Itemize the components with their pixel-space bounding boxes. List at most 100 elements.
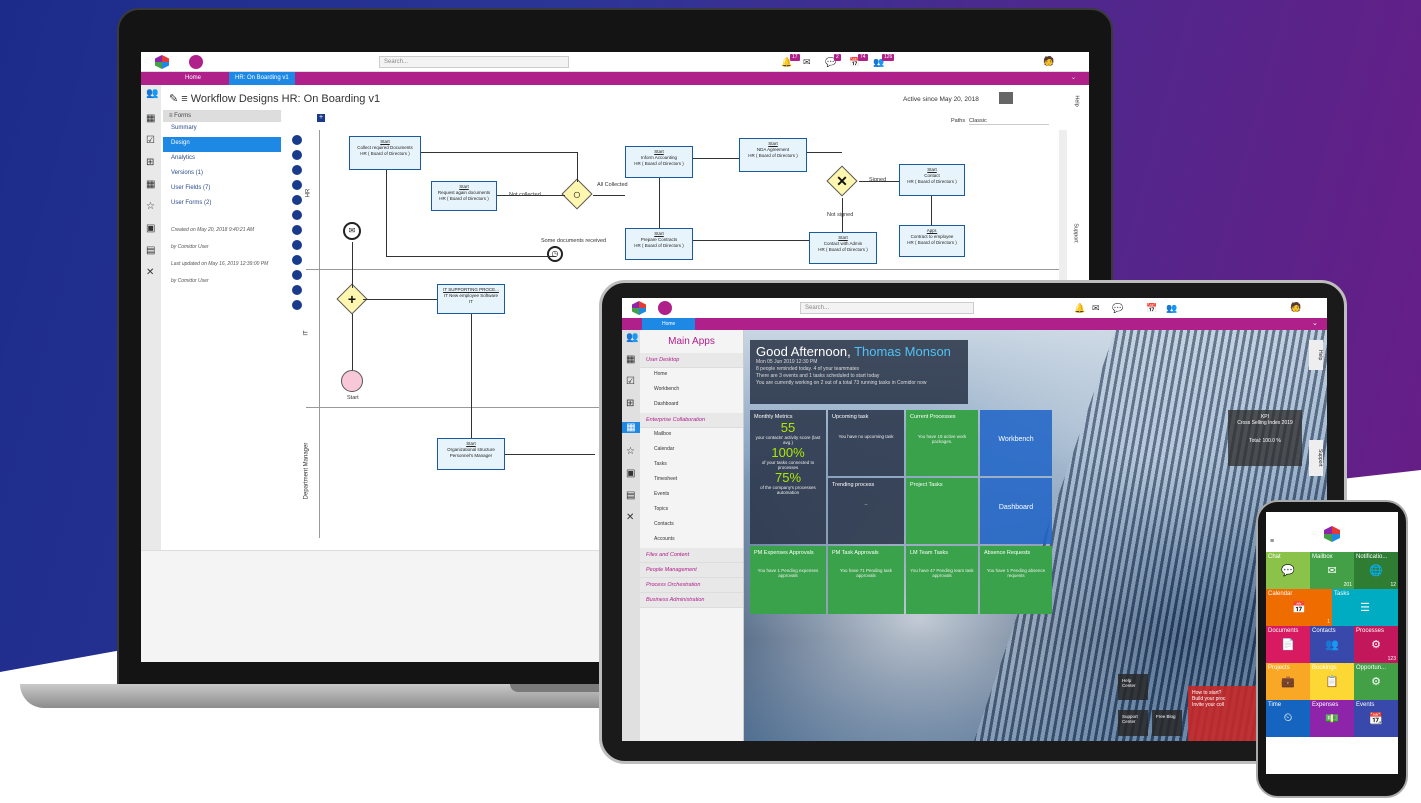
- section-user-desktop[interactable]: User Desktop: [640, 353, 743, 368]
- tile-monthly-metrics[interactable]: Monthly Metrics 55 your contacts' activi…: [750, 410, 826, 544]
- expand-icon[interactable]: +: [317, 114, 325, 122]
- chart-icon[interactable]: ▤: [626, 490, 635, 501]
- app-tile-opportun-[interactable]: Opportun... ⚙: [1354, 663, 1398, 700]
- task-organizational-structure[interactable]: Start Organizational structure Personnel's…: [437, 438, 505, 470]
- menu-item-tasks[interactable]: Tasks: [640, 458, 743, 473]
- check-icon[interactable]: ☑: [146, 135, 155, 146]
- users-icon[interactable]: 👥: [146, 88, 158, 99]
- app-tile-time[interactable]: Time ⏲: [1266, 700, 1310, 737]
- main-menu-button[interactable]: [658, 301, 672, 315]
- mail-icon[interactable]: ✉: [1092, 303, 1100, 313]
- forms-item-analytics[interactable]: Analytics: [163, 152, 281, 167]
- forms-item-user-forms[interactable]: User Forms (2): [163, 197, 281, 212]
- avatar[interactable]: 🧑: [1290, 302, 1301, 312]
- menu-item-contacts[interactable]: Contacts: [640, 518, 743, 533]
- menu-item-workbench[interactable]: Workbench: [640, 383, 743, 398]
- end-shape-icon[interactable]: [292, 210, 302, 220]
- support-center-button[interactable]: Support Center: [1118, 710, 1148, 736]
- app-tile-expenses[interactable]: Expenses 💵: [1310, 700, 1354, 737]
- support-tab[interactable]: Support: [1309, 440, 1323, 476]
- monitor-icon[interactable]: ▣: [626, 468, 635, 479]
- message-shape-icon[interactable]: [292, 225, 302, 235]
- mail-icon[interactable]: ✉: [803, 57, 811, 67]
- tab-hr-onboarding[interactable]: HR: On Boarding v1: [229, 72, 295, 85]
- help-tab[interactable]: Help: [1074, 95, 1080, 106]
- app-tile-events[interactable]: Events 📆: [1354, 700, 1398, 737]
- tile-trending-process[interactable]: Trending process --: [828, 478, 904, 544]
- calendar-icon[interactable]: ▦: [626, 354, 635, 365]
- app-tile-processes[interactable]: Processes ⚙ 123: [1354, 626, 1398, 663]
- tile-pm-task-approvals[interactable]: PM Task Approvals You have 71 Pending ta…: [828, 546, 904, 614]
- chevron-down-icon[interactable]: ⌄: [1312, 318, 1318, 330]
- start-event[interactable]: [341, 370, 363, 392]
- chevron-down-icon[interactable]: ⌄: [1071, 72, 1076, 85]
- avatar[interactable]: 🧑: [1043, 56, 1054, 66]
- calendar-icon[interactable]: ▦: [146, 113, 155, 124]
- calendar-icon[interactable]: 📅: [1146, 303, 1157, 313]
- search-input[interactable]: Search...: [800, 302, 974, 314]
- app-tile-tasks[interactable]: Tasks ☰: [1332, 589, 1398, 626]
- forms-item-versions[interactable]: Versions (1): [163, 167, 281, 182]
- menu-item-topics[interactable]: Topics: [640, 503, 743, 518]
- main-menu-button[interactable]: [189, 55, 203, 69]
- start-shape-icon[interactable]: [292, 180, 302, 190]
- app-tile-chat[interactable]: Chat 💬: [1266, 552, 1310, 589]
- menu-item-calendar[interactable]: Calendar: [640, 443, 743, 458]
- tile-lm-team-tasks[interactable]: LM Team Tasks You have 47 Pending team t…: [906, 546, 978, 614]
- signal-shape-icon[interactable]: [292, 240, 302, 250]
- monitor-icon[interactable]: ▣: [146, 223, 155, 234]
- task-it-supporting[interactable]: IT SUPPORTING PROCE... IT New employee So…: [437, 284, 505, 314]
- star-icon[interactable]: ☆: [146, 201, 155, 212]
- subprocess-shape-icon[interactable]: [292, 150, 302, 160]
- app-tile-notificatio-[interactable]: Notificatio... 🌐 12: [1354, 552, 1398, 589]
- tab-home[interactable]: Home: [642, 318, 696, 330]
- check-icon[interactable]: ☑: [626, 376, 635, 387]
- app-tile-contacts[interactable]: Contacts 👥: [1310, 626, 1354, 663]
- help-tab[interactable]: Help: [1309, 340, 1323, 370]
- event-shape-icon[interactable]: [292, 165, 302, 175]
- tools-icon[interactable]: ✕: [146, 267, 154, 278]
- support-tab[interactable]: Support: [1073, 223, 1079, 242]
- app-tile-mailbox[interactable]: Mailbox ✉ 201: [1310, 552, 1354, 589]
- app-tile-projects[interactable]: Projects 💼: [1266, 663, 1310, 700]
- forms-item-summary[interactable]: Summary: [163, 122, 281, 137]
- bell-icon[interactable]: 🔔: [1074, 303, 1085, 313]
- task-shape-icon[interactable]: [292, 135, 302, 145]
- paths-select[interactable]: Classic: [969, 118, 1049, 125]
- kpi-widget[interactable]: KPI Cross Selling Index 2019 Total: 100.…: [1228, 410, 1302, 466]
- menu-item-dashboard[interactable]: Dashboard: [640, 398, 743, 413]
- menu-item-home[interactable]: Home: [640, 368, 743, 383]
- star-icon[interactable]: ☆: [626, 446, 635, 457]
- plus-box-icon[interactable]: ⊞: [626, 398, 634, 409]
- app-tile-bookings[interactable]: Bookings 📋: [1310, 663, 1354, 700]
- task-contact[interactable]: Start Contact HR ( Board of Directors ): [899, 164, 965, 196]
- tile-pm-expenses[interactable]: PM Expenses Approvals You have 1 Pending…: [750, 546, 826, 614]
- complex-shape-icon[interactable]: [292, 300, 302, 310]
- timer-event-icon[interactable]: ◷: [547, 246, 563, 262]
- tile-dashboard[interactable]: Dashboard: [980, 478, 1052, 544]
- menu-item-mailbox[interactable]: Mailbox: [640, 428, 743, 443]
- apps-grid-icon[interactable]: ▦: [622, 422, 640, 433]
- app-tile-calendar[interactable]: Calendar 📅 1: [1266, 589, 1332, 626]
- tile-current-processes[interactable]: Current Processes You have 19 active wor…: [906, 410, 978, 476]
- section-people-management[interactable]: People Management: [640, 563, 743, 578]
- menu-item-events[interactable]: Events: [640, 488, 743, 503]
- comidor-logo[interactable]: [632, 301, 646, 315]
- section-files-content[interactable]: Files and Content: [640, 548, 743, 563]
- plus-box-icon[interactable]: ⊞: [146, 157, 154, 168]
- chart-icon[interactable]: ▤: [146, 245, 155, 256]
- app-tile-documents[interactable]: Documents 📄: [1266, 626, 1310, 663]
- timer-shape-icon[interactable]: [292, 195, 302, 205]
- tile-project-tasks[interactable]: Project Tasks: [906, 478, 978, 544]
- gateway-shape-icon[interactable]: [292, 255, 302, 265]
- message-event-icon[interactable]: ✉: [343, 222, 361, 240]
- task-contact-admin[interactable]: Start Contact with Admin HR ( Board of Dir…: [809, 232, 877, 264]
- calendar-button[interactable]: [999, 92, 1013, 104]
- grid-icon[interactable]: ▦: [146, 179, 155, 190]
- tile-workbench[interactable]: Workbench: [980, 410, 1052, 476]
- comidor-logo[interactable]: [1324, 526, 1340, 542]
- menu-item-accounts[interactable]: Accounts: [640, 533, 743, 548]
- task-inform-accounting[interactable]: Start Inform Accounting HR ( Board of Dire…: [625, 146, 693, 178]
- section-business-administration[interactable]: Business Administration: [640, 593, 743, 608]
- tools-icon[interactable]: ✕: [626, 512, 634, 523]
